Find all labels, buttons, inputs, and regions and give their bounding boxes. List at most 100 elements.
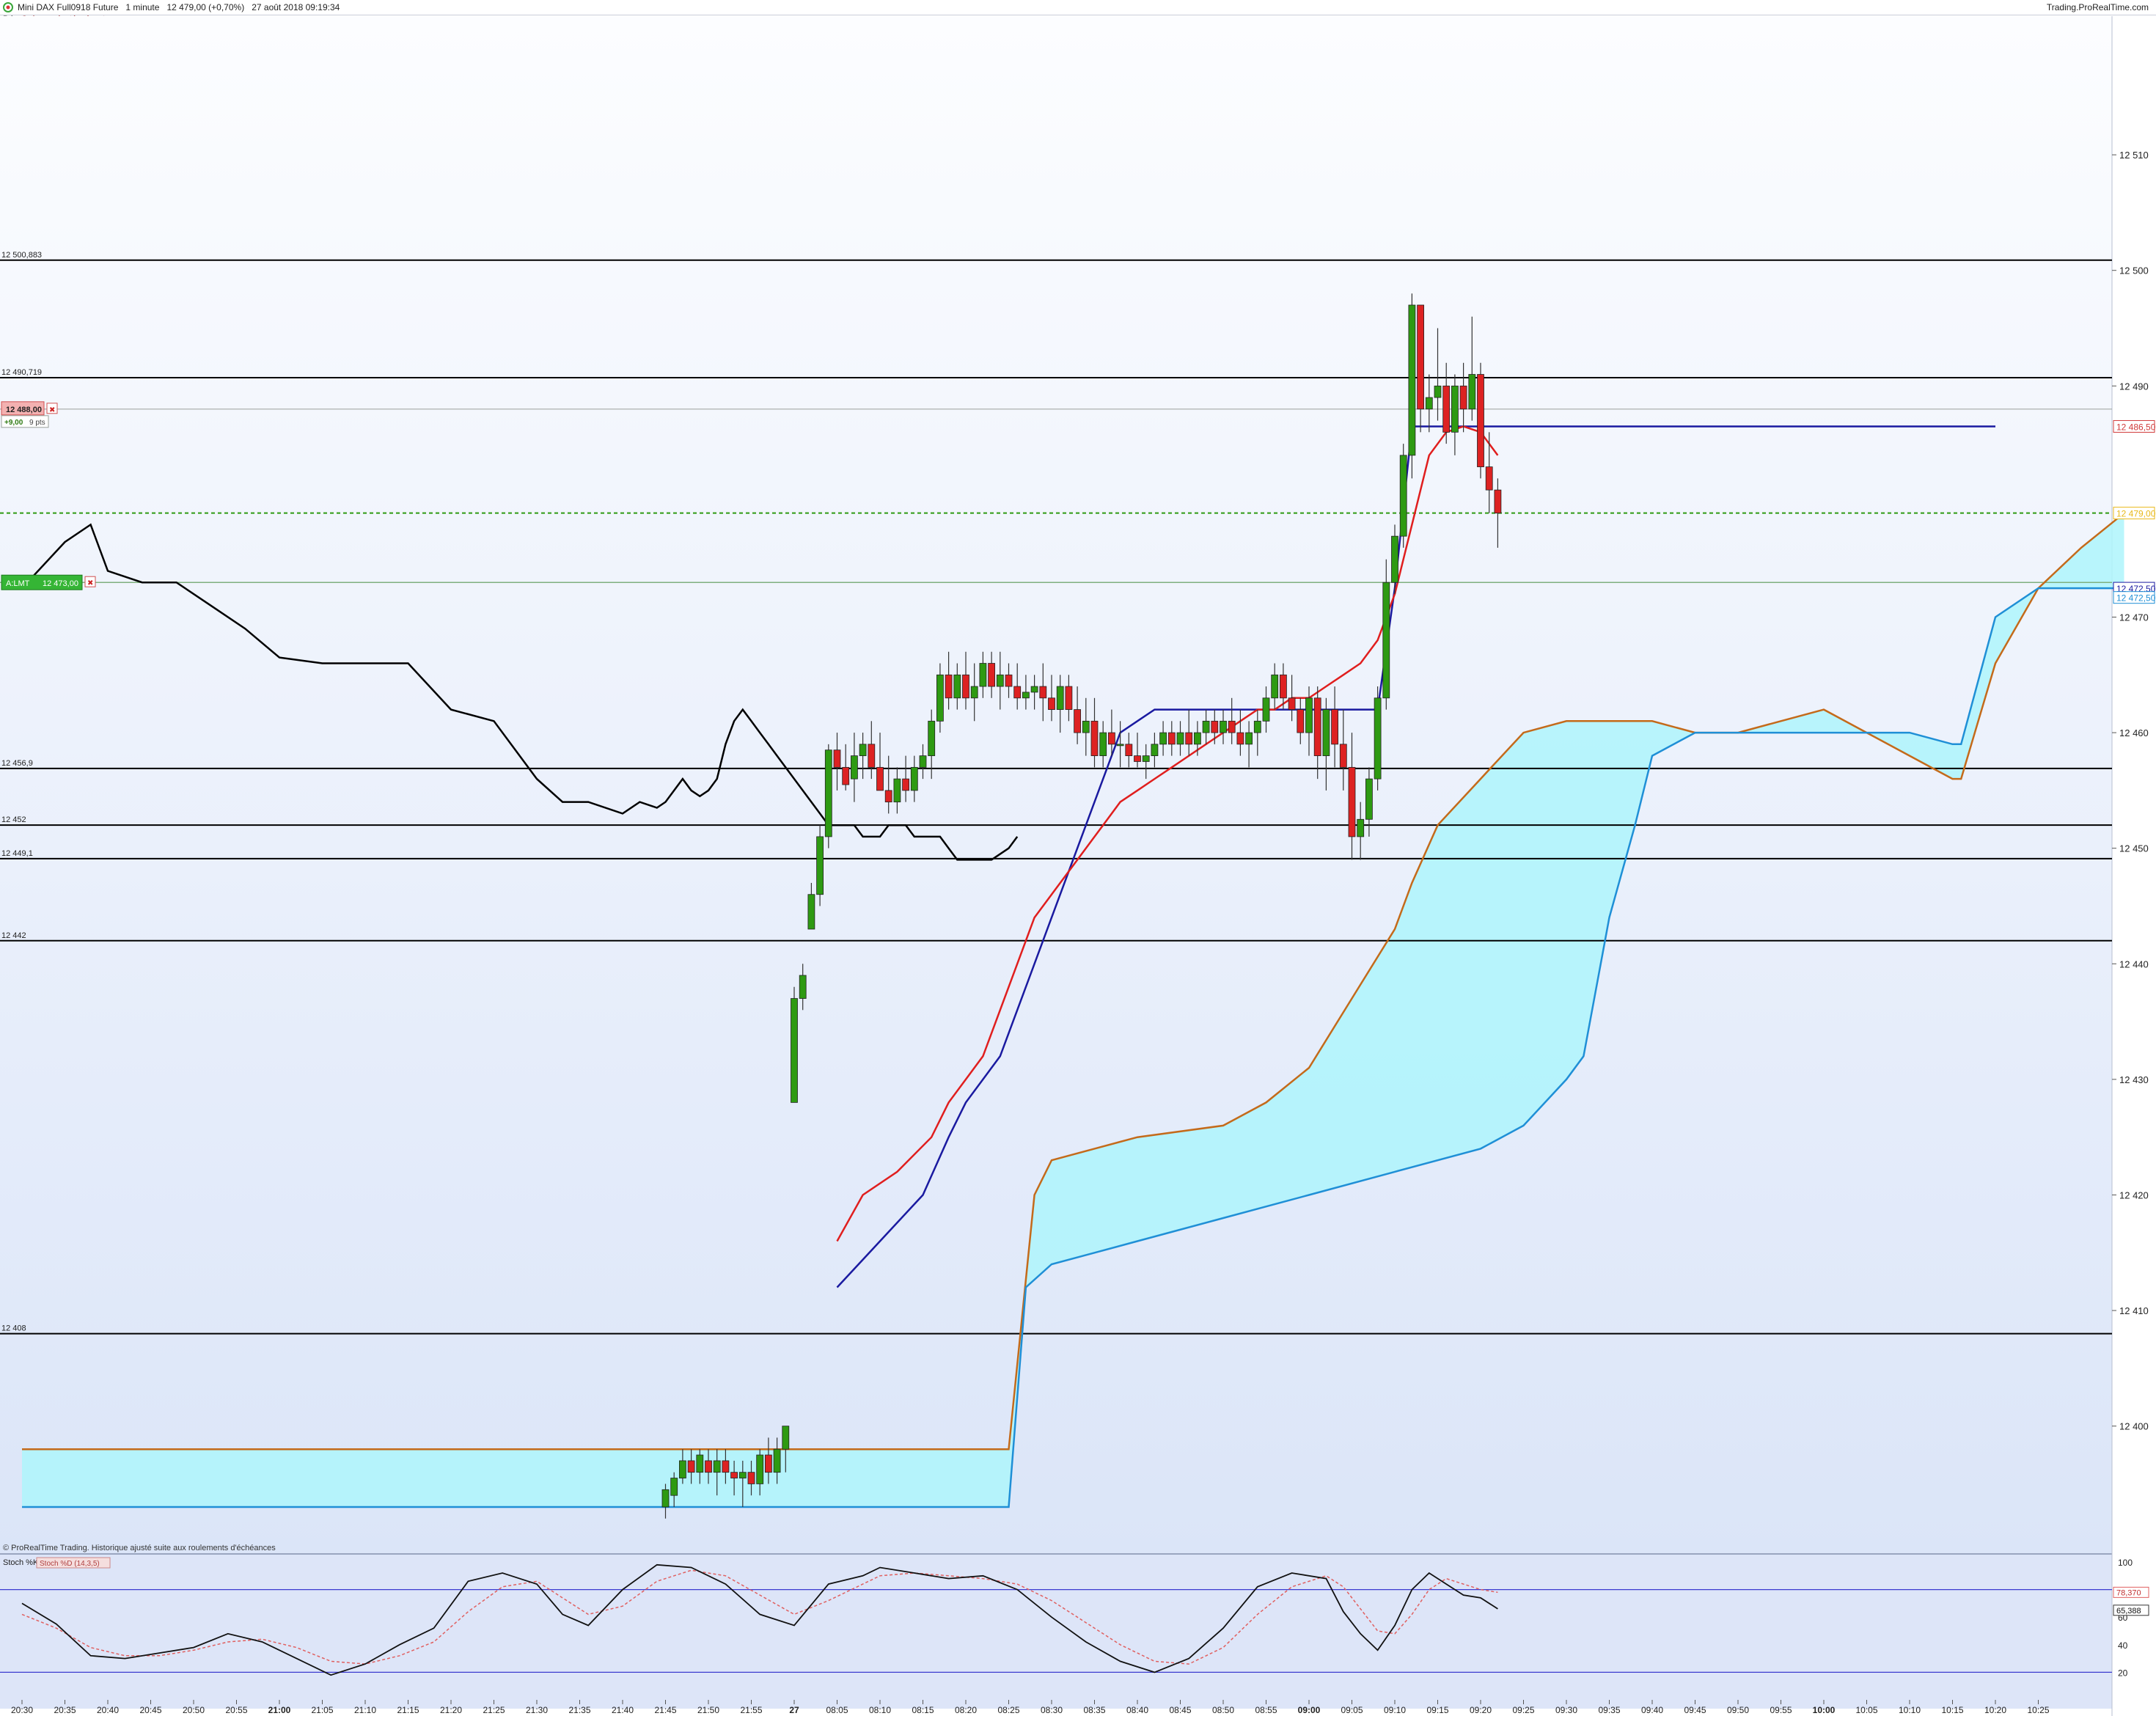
candle-body	[851, 755, 858, 780]
level-label: 12 500,883	[1, 251, 42, 260]
level-label: 12 442	[1, 931, 26, 940]
candle-body	[1339, 744, 1347, 768]
x-tick-label: 08:05	[826, 1705, 848, 1715]
candle-body	[1434, 385, 1442, 398]
candle	[1374, 686, 1382, 791]
candle-body	[1039, 686, 1047, 699]
x-tick-label: 09:10	[1384, 1705, 1406, 1715]
candle-body	[902, 778, 909, 791]
candle-body	[765, 1454, 772, 1473]
y-tick-label: 12 420	[2119, 1189, 2149, 1200]
candle-body	[1391, 535, 1398, 583]
candle-body	[1030, 686, 1038, 693]
x-tick-label: 21:50	[697, 1705, 719, 1715]
candle-body	[1108, 732, 1115, 745]
stoch-title: Stoch %K	[3, 1558, 39, 1567]
candle-body	[1211, 720, 1219, 733]
candle	[824, 744, 832, 848]
x-tick-label: 21:25	[483, 1705, 505, 1715]
price-axis: 12 510 12 500 12 490 12 470 12 460 12 450 12 4…	[2112, 150, 2149, 1432]
candle-body	[1382, 582, 1390, 699]
candle-body	[1322, 709, 1330, 757]
x-tick-label: 10:20	[1984, 1705, 2006, 1715]
candle-body	[696, 1454, 704, 1473]
x-tick-label: 10:00	[1813, 1705, 1836, 1715]
candle-body	[919, 755, 927, 768]
candle	[791, 986, 798, 1103]
x-tick-label: 08:15	[912, 1705, 934, 1715]
stoch-tick-label: 40	[2118, 1640, 2128, 1651]
close-icon: ✖	[49, 406, 55, 414]
candle-body	[996, 674, 1004, 687]
candle-body	[807, 894, 815, 930]
x-tick-label: 08:20	[955, 1705, 977, 1715]
candle-body	[1151, 744, 1159, 757]
candle-body	[1331, 709, 1338, 745]
stoch-tick-label: 100	[2118, 1558, 2133, 1568]
x-tick-label: 09:25	[1512, 1705, 1534, 1715]
candle-body	[1159, 732, 1167, 745]
level-label: 12 456,9	[1, 759, 33, 768]
candle-body	[1090, 720, 1099, 757]
candle	[816, 825, 824, 906]
x-tick-label: 21:20	[440, 1705, 462, 1715]
limit-order-price: 12 473,00	[43, 579, 78, 588]
stoch-tag-1: 78,370	[2116, 1588, 2141, 1597]
position-price: 12 488,00	[6, 406, 42, 414]
price-chart[interactable]: 12 500,883 12 490,719 12 456,9 12 452 12 449…	[0, 0, 2156, 1716]
x-tick-label: 09:55	[1770, 1705, 1792, 1715]
x-tick-label: 08:10	[869, 1705, 891, 1715]
x-tick-label: 20:55	[225, 1705, 247, 1715]
candle-body	[833, 749, 841, 768]
x-tick-label: 20:40	[97, 1705, 119, 1715]
candle-body	[979, 663, 987, 687]
candle-body	[1280, 674, 1287, 699]
position-pnl: +9,00	[4, 419, 23, 427]
x-tick-label: 27	[789, 1705, 799, 1715]
candle-body	[893, 778, 901, 803]
candle-body	[1408, 304, 1416, 456]
candle-body	[782, 1426, 790, 1450]
x-tick-label: 08:40	[1126, 1705, 1148, 1715]
candle-body	[1253, 720, 1261, 733]
candle-body	[1116, 744, 1124, 747]
candle-body	[1074, 709, 1081, 733]
candle-body	[1228, 720, 1236, 733]
candle-body	[1313, 697, 1321, 757]
candle-body	[876, 766, 884, 791]
candle-body	[1167, 732, 1176, 745]
candle-body	[1236, 732, 1244, 745]
candle-body	[799, 975, 807, 999]
price-tag-label: 12 472,50	[2116, 593, 2156, 604]
y-tick-label: 12 440	[2119, 958, 2149, 969]
candle-body	[1176, 732, 1184, 745]
candle-body	[953, 674, 961, 699]
candle-body	[722, 1460, 730, 1473]
candle-body	[738, 1472, 747, 1478]
x-tick-label: 10:10	[1899, 1705, 1921, 1715]
main-panel-background	[0, 16, 2112, 1553]
x-tick-label: 09:30	[1555, 1705, 1577, 1715]
x-tick-label: 09:50	[1727, 1705, 1749, 1715]
price-tag-label: 12 486,50	[2116, 422, 2156, 432]
stoch-d-label: Stoch %D (14,3,5)	[40, 1560, 100, 1568]
x-tick-label: 21:15	[397, 1705, 419, 1715]
candle-body	[1374, 697, 1382, 780]
candle-body	[756, 1454, 764, 1484]
x-tick-label: 08:35	[1083, 1705, 1105, 1715]
x-tick-label: 09:20	[1470, 1705, 1492, 1715]
x-tick-label: 10:05	[1855, 1705, 1877, 1715]
candle-body	[1425, 397, 1433, 410]
stoch-tick-label: 20	[2118, 1668, 2128, 1678]
price-tag-label: 12 479,00	[2116, 509, 2156, 519]
candle-body	[1262, 697, 1270, 722]
candle-body	[661, 1489, 670, 1508]
y-tick-label: 12 500	[2119, 265, 2149, 276]
x-tick-label: 09:35	[1598, 1705, 1620, 1715]
candle-body	[730, 1472, 738, 1478]
x-tick-label: 21:45	[654, 1705, 676, 1715]
candle-body	[842, 766, 850, 785]
candle-body	[945, 674, 953, 699]
candle-body	[936, 674, 944, 722]
x-tick-label: 21:40	[612, 1705, 634, 1715]
